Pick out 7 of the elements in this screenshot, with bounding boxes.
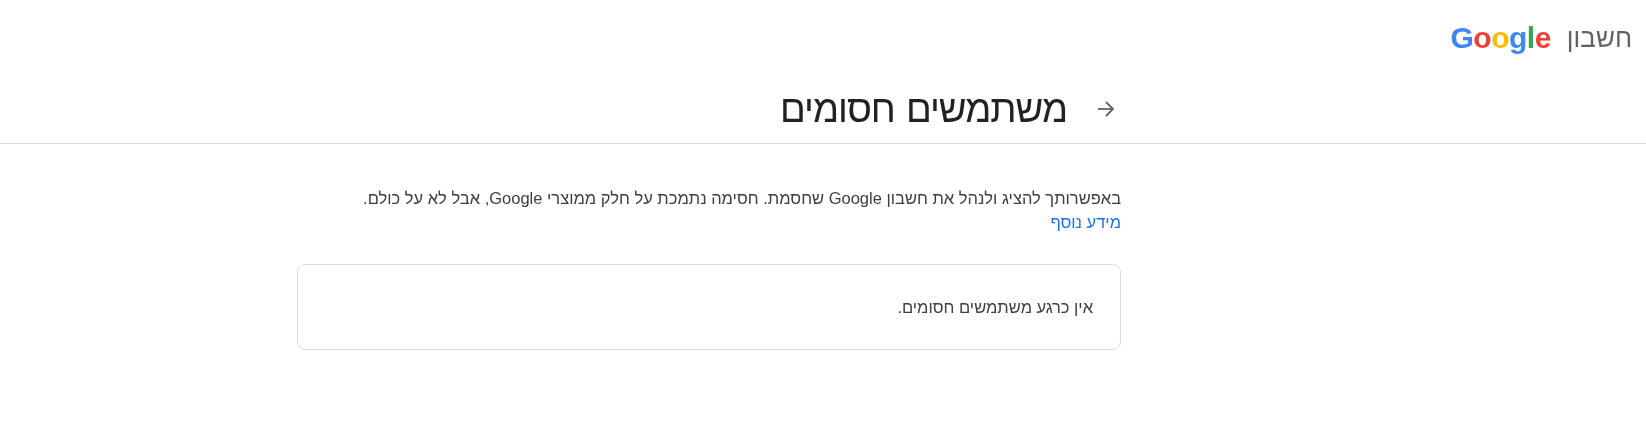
back-arrow-icon [1096,99,1116,119]
learn-more-link[interactable]: מידע נוסף [1050,213,1121,231]
logo: Google [1450,22,1551,53]
product-name: חשבון [1566,24,1632,51]
page-title: משתמשים חסומים [780,90,1067,128]
empty-message: אין כרגע משתמשים חסומים. [897,296,1093,318]
description: באפשרותך להציג ולנהל את חשבון Google שחסמת. חסימה נתמכת על חלק ממוצרי Google, אבל לא על כולם. [362,188,1121,209]
